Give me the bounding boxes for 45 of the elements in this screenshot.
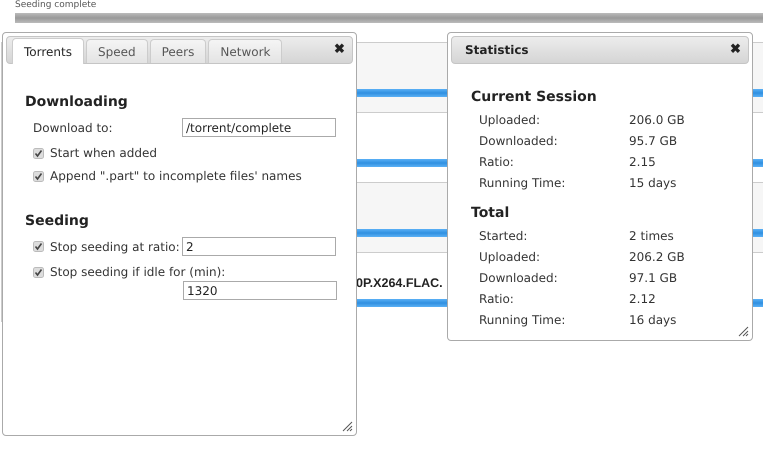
stat-value: 16 days bbox=[629, 313, 678, 329]
stat-label: Running Time: bbox=[479, 176, 566, 192]
stat-label: Running Time: bbox=[479, 313, 566, 329]
checkbox-label: Start when added bbox=[50, 146, 157, 160]
tab[interactable]: Speed bbox=[86, 39, 148, 63]
stat-label: Uploaded: bbox=[479, 113, 542, 129]
checkbox[interactable] bbox=[33, 170, 44, 182]
stat-value: 95.7 GB bbox=[629, 134, 678, 150]
section-heading: Total bbox=[471, 205, 510, 221]
stat-label: Downloaded: bbox=[479, 271, 559, 287]
stat-value: 206.0 GB bbox=[629, 113, 686, 129]
resize-grip-icon[interactable] bbox=[738, 326, 749, 337]
input-field[interactable]: /torrent/complete bbox=[182, 118, 336, 137]
close-button[interactable]: ✖ bbox=[334, 41, 345, 57]
section-heading: Seeding bbox=[25, 213, 90, 229]
torrent-status: Seeding complete bbox=[15, 0, 96, 11]
tab[interactable]: Peers bbox=[150, 39, 206, 63]
stat-value: 2 times bbox=[629, 229, 675, 245]
dialog-title: Statistics bbox=[465, 43, 529, 57]
stat-value: 2.15 bbox=[629, 155, 657, 171]
stat-value: 2.12 bbox=[629, 292, 657, 308]
close-button[interactable]: ✖ bbox=[730, 41, 741, 57]
resize-grip-icon[interactable] bbox=[342, 421, 353, 432]
stat-value: 15 days bbox=[629, 176, 678, 192]
torrent-name: 0P.X264.FLAC. bbox=[356, 275, 443, 291]
tab[interactable]: Network bbox=[208, 39, 282, 63]
stat-label: Downloaded: bbox=[479, 134, 559, 150]
field-label: Download to: bbox=[33, 120, 114, 134]
section-heading: Downloading bbox=[25, 94, 129, 110]
checkbox-label: Stop seeding at ratio: bbox=[50, 240, 181, 254]
checkbox[interactable] bbox=[33, 148, 44, 158]
checkbox-label: Append ".part" to incomplete files' names bbox=[50, 169, 302, 183]
stat-value: 97.1 GB bbox=[629, 271, 678, 287]
stat-value: 206.2 GB bbox=[629, 250, 686, 266]
stat-label: Started: bbox=[479, 229, 528, 245]
stat-label: Ratio: bbox=[479, 292, 515, 308]
tab[interactable]: Torrents bbox=[12, 38, 84, 64]
checkbox[interactable] bbox=[33, 241, 44, 252]
input-field[interactable]: 2 bbox=[182, 237, 336, 256]
stat-label: Ratio: bbox=[479, 155, 515, 171]
stat-label: Uploaded: bbox=[479, 250, 542, 266]
input-field[interactable]: 1320 bbox=[183, 281, 337, 300]
section-heading: Current Session bbox=[471, 89, 598, 105]
checkbox-label: Stop seeding if idle for (min): bbox=[50, 265, 226, 279]
checkbox[interactable] bbox=[33, 266, 44, 278]
